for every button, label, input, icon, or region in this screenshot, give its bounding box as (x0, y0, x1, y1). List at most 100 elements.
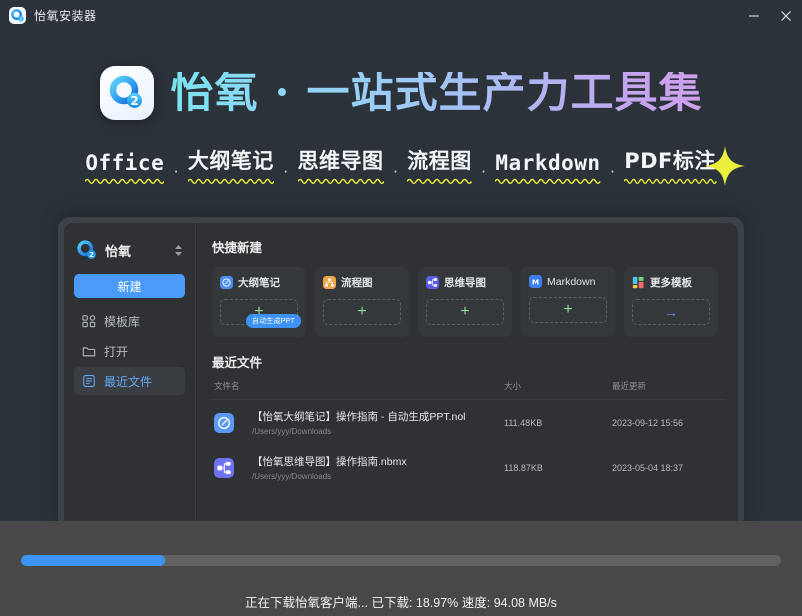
card-header: 更多模板 (632, 275, 710, 290)
file-info: 【怡氧大纲笔记】操作指南 - 自动生成PPT.nol/Users/yyy/Dow… (252, 409, 504, 436)
app-preview-window: 2 怡氧 新建 模板库打开最近文件 快捷新建 大纲笔记+自动生成PPT流程图 (58, 217, 744, 521)
window-title: 怡氧安装器 (34, 7, 97, 24)
card-add-button[interactable]: + (323, 299, 401, 325)
column-header-modified: 最近更新 (612, 380, 722, 392)
quick-create-card-2[interactable]: 流程图 + (315, 267, 409, 337)
quick-create-card-1[interactable]: 大纲笔记+自动生成PPT (212, 267, 306, 337)
hero-feature-list: Office·大纲笔记·思维导图·流程图·Markdown·PDF标注 (0, 145, 802, 184)
workspace-name: 怡氧 (105, 241, 131, 260)
hero-feature-2: 大纲笔记 (188, 145, 274, 184)
plus-icon: + (460, 304, 469, 320)
sidebar-nav: 模板库打开最近文件 (74, 307, 185, 395)
quick-create-cards: 大纲笔记+自动生成PPT 流程图 + 思维导图 + M Markdown + 更多模板 → (212, 267, 724, 337)
close-button[interactable] (770, 0, 802, 31)
squiggle-underline-icon (188, 177, 274, 184)
file-path: /Users/yyy/Downloads (252, 472, 504, 481)
markdown-icon: M (529, 275, 542, 288)
minimize-button[interactable] (738, 0, 770, 31)
yiyang-small-logo-icon: 2 (76, 239, 98, 261)
card-header: 思维导图 (426, 275, 504, 290)
download-status-text: 正在下载怡氧客户端... 已下载: 18.97% 速度: 94.08 MB/s (0, 592, 802, 611)
file-size: 118.87KB (504, 463, 612, 473)
file-info: 【怡氧思维导图】操作指南.nbmx/Users/yyy/Downloads (252, 454, 504, 481)
quick-create-card-4[interactable]: M Markdown + (521, 267, 615, 337)
download-progress-bar (21, 555, 781, 566)
card-label: 大纲笔记 (238, 275, 280, 290)
sidebar-item-label: 打开 (104, 343, 128, 360)
mindmap-icon (426, 276, 439, 289)
table-row[interactable]: 【怡氧思维导图】操作指南.nbmx/Users/yyy/Downloads118… (212, 445, 724, 490)
card-header: 大纲笔记 (220, 275, 298, 290)
hero-feature-label: 大纲笔记 (188, 149, 274, 173)
yiyang-app-logo-icon: 2 (100, 66, 154, 120)
card-add-button[interactable]: + (529, 297, 607, 323)
plus-icon: + (357, 304, 366, 320)
card-add-button[interactable]: + (426, 299, 504, 325)
quick-create-card-3[interactable]: 思维导图 + (418, 267, 512, 337)
hero-feature-label: 流程图 (407, 149, 472, 173)
outline-note-file-icon (214, 413, 243, 433)
hero-feature-label: 思维导图 (298, 149, 384, 173)
plus-icon: + (563, 302, 572, 318)
hero-feature-1: Office (85, 151, 164, 184)
outline-note-icon (220, 276, 233, 289)
feature-separator: · (384, 161, 408, 184)
hero-feature-label: Office (85, 151, 164, 175)
sidebar-item-label: 最近文件 (104, 373, 152, 390)
file-name: 【怡氧大纲笔记】操作指南 - 自动生成PPT.nol (252, 409, 504, 424)
installer-window: 2 怡氧安装器 (0, 0, 802, 616)
feature-separator: · (274, 161, 298, 184)
card-label: 流程图 (341, 275, 373, 290)
folder-open-icon (82, 344, 96, 358)
squiggle-underline-icon (407, 177, 472, 184)
recent-files-title: 最近文件 (212, 352, 724, 371)
card-header: 流程图 (323, 275, 401, 290)
column-header-name: 文件名 (214, 380, 504, 392)
svg-text:M: M (532, 277, 539, 286)
download-progress-fill (21, 555, 165, 566)
sidebar-item-label: 模板库 (104, 313, 140, 330)
hero-title-row: 2 怡氧 · 一站式生产力工具集 (0, 66, 802, 120)
workspace-switcher[interactable]: 2 怡氧 (74, 237, 185, 261)
svg-text:2: 2 (130, 94, 138, 108)
column-header-size: 大小 (504, 380, 612, 392)
mindmap-file-icon (214, 458, 243, 478)
app-preview-inner: 2 怡氧 新建 模板库打开最近文件 快捷新建 大纲笔记+自动生成PPT流程图 (64, 223, 738, 521)
feature-separator: · (472, 161, 496, 184)
squiggle-underline-icon (495, 177, 600, 184)
quick-create-title: 快捷新建 (212, 237, 724, 256)
card-label: 思维导图 (444, 275, 486, 290)
card-arrow-button[interactable]: → (632, 299, 710, 325)
svg-text:2: 2 (89, 251, 94, 259)
chevron-updown-icon (174, 244, 183, 257)
hero-feature-5: Markdown (495, 151, 600, 184)
table-header: 文件名 大小 最近更新 (212, 380, 724, 400)
quick-create-card-5[interactable]: 更多模板 → (624, 267, 718, 337)
card-label: Markdown (547, 276, 595, 288)
card-label: 更多模板 (650, 275, 692, 290)
svg-text:2: 2 (19, 17, 22, 23)
feature-separator: · (164, 161, 188, 184)
sidebar-item-1[interactable]: 模板库 (74, 307, 185, 335)
flowchart-icon (323, 276, 336, 289)
squiggle-underline-icon (85, 177, 164, 184)
file-name: 【怡氧思维导图】操作指南.nbmx (252, 454, 504, 469)
sparkle-star-icon (702, 143, 748, 189)
recent-files-table: 文件名 大小 最近更新 【怡氧大纲笔记】操作指南 - 自动生成PPT.nol/U… (212, 380, 724, 490)
hero-banner: 2 怡氧 · 一站式生产力工具集 Office·大纲笔记·思维导图·流程图·Ma… (0, 31, 802, 206)
file-size: 111.48KB (504, 418, 612, 428)
hero-feature-3: 思维导图 (298, 145, 384, 184)
sidebar-item-3[interactable]: 最近文件 (74, 367, 185, 395)
squiggle-underline-icon (298, 177, 384, 184)
more-templates-icon (632, 276, 645, 289)
sidebar-item-2[interactable]: 打开 (74, 337, 185, 365)
card-badge: 自动生成PPT (246, 314, 301, 328)
title-bar: 2 怡氧安装器 (0, 0, 802, 31)
hero-title: 怡氧 · 一站式生产力工具集 (171, 72, 703, 115)
yiyang-logo-icon: 2 (9, 7, 26, 24)
table-row[interactable]: 【怡氧大纲笔记】操作指南 - 自动生成PPT.nol/Users/yyy/Dow… (212, 400, 724, 445)
file-modified: 2023-05-04 18:37 (612, 463, 722, 473)
new-document-button[interactable]: 新建 (74, 274, 185, 298)
recent-document-icon (82, 374, 96, 388)
hero-feature-4: 流程图 (407, 145, 472, 184)
